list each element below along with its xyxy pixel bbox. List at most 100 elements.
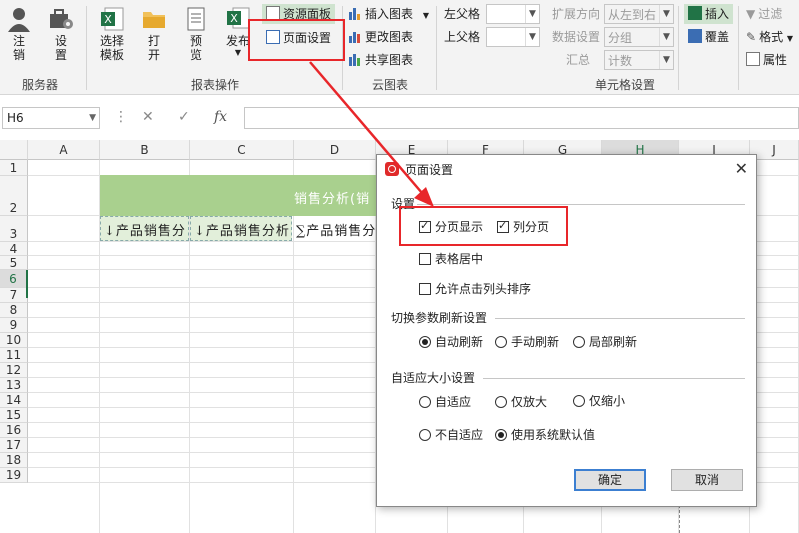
chevron-down-icon: ▼ xyxy=(89,113,96,123)
change-chart-label: 更改图表 xyxy=(365,30,414,44)
server-group-label: 服务器 xyxy=(21,78,58,92)
fx-icon[interactable]: fx xyxy=(214,109,227,125)
row-header-18[interactable]: 18 xyxy=(0,453,28,468)
radio-icon xyxy=(573,336,585,348)
radio-icon xyxy=(419,336,431,348)
row-header-13[interactable]: 13 xyxy=(0,378,28,393)
zoom-in-only-radio[interactable]: 仅放大 xyxy=(495,393,547,410)
no-adapt-radio[interactable]: 不自适应 xyxy=(419,426,483,443)
row-header-9[interactable]: 9 xyxy=(0,318,28,333)
row-header-15[interactable]: 15 xyxy=(0,408,28,423)
allow-sort-checkbox[interactable]: 允许点击列头排序 xyxy=(419,280,531,297)
format-label: 格式 xyxy=(759,30,784,44)
chevron-down-icon: ▼ xyxy=(659,28,673,46)
chevron-down-icon: ▼ xyxy=(659,51,673,69)
row-header-4[interactable]: 4 xyxy=(0,242,28,256)
cancel-button[interactable]: 取消 xyxy=(671,469,743,491)
cell-b3-text: ↓产品销售分 xyxy=(104,224,186,239)
row-header-8[interactable]: 8 xyxy=(0,303,28,318)
row-header-6[interactable]: 6 xyxy=(0,270,28,288)
insert-label: 插入 xyxy=(705,7,730,21)
expand-direction-label: 扩展方向 xyxy=(552,7,601,21)
row-header-1[interactable]: 1 xyxy=(0,160,28,176)
cancel-icon[interactable]: ✕ xyxy=(142,109,154,125)
cloud-group-label: 云图表 xyxy=(371,78,408,92)
chevron-down-icon: ▼ xyxy=(525,28,539,46)
checkbox-icon xyxy=(419,253,431,265)
formula-input[interactable] xyxy=(244,107,799,129)
active-cell-marker xyxy=(26,280,28,298)
separator xyxy=(436,6,437,90)
column-header-a[interactable]: A xyxy=(28,140,100,160)
row-header-11[interactable]: 11 xyxy=(0,348,28,363)
share-chart-button[interactable]: 共享图表 xyxy=(348,50,413,70)
data-setting-select[interactable]: 分组 ▼ xyxy=(604,27,674,47)
row-header-5[interactable]: 5 xyxy=(0,256,28,270)
insert-button[interactable]: 插入 xyxy=(684,4,734,24)
choose-template-label: 选择 模板 xyxy=(99,34,124,62)
chevron-down-icon: ▼ xyxy=(786,34,794,43)
row-header-12[interactable]: 12 xyxy=(0,363,28,378)
chevron-down-icon: ▼ xyxy=(659,5,673,23)
row-header-14[interactable]: 14 xyxy=(0,393,28,408)
filter-button[interactable]: ▼ 过滤 xyxy=(746,4,782,24)
row-header-3[interactable]: 3 xyxy=(0,216,28,242)
svg-text:X: X xyxy=(104,13,112,26)
chevron-down-icon: ▼ xyxy=(525,5,539,23)
column-header-j[interactable]: J xyxy=(750,140,799,160)
row-header-7[interactable]: 7 xyxy=(0,288,28,303)
preview-button[interactable]: 预 览 xyxy=(180,6,212,62)
partial-refresh-radio[interactable]: 局部刷新 xyxy=(573,333,637,350)
open-button[interactable]: 打 开 xyxy=(138,6,170,62)
close-icon[interactable]: ✕ xyxy=(735,159,748,178)
settings-button[interactable]: 设 置 xyxy=(44,6,78,62)
brush-icon: ✎ xyxy=(746,30,757,44)
summary-select[interactable]: 计数 ▼ xyxy=(604,50,674,70)
confirm-icon[interactable]: ✓ xyxy=(178,109,190,125)
briefcase-gear-icon xyxy=(50,9,73,29)
row-header-16[interactable]: 16 xyxy=(0,423,28,438)
summary-value: 计数 xyxy=(608,54,633,68)
auto-refresh-radio[interactable]: 自动刷新 xyxy=(419,333,483,350)
folder-icon xyxy=(143,12,165,28)
divider xyxy=(495,318,745,319)
manual-refresh-radio[interactable]: 手动刷新 xyxy=(495,333,559,350)
section-adapt: 自适应大小设置 xyxy=(391,371,476,385)
cover-icon xyxy=(688,29,702,43)
page-setup-highlight xyxy=(248,19,345,61)
system-default-radio[interactable]: 使用系统默认值 xyxy=(495,426,595,443)
row-header-19[interactable]: 19 xyxy=(0,468,28,483)
left-parent-select[interactable]: ▼ xyxy=(486,4,540,24)
insert-chart-button[interactable]: 插入图表 ▼ xyxy=(348,4,429,24)
cover-button[interactable]: 覆盖 xyxy=(684,27,733,47)
svg-text:X: X xyxy=(230,12,238,25)
excel-icon: X xyxy=(101,7,124,31)
system-default-label: 使用系统默认值 xyxy=(511,428,596,442)
change-chart-button[interactable]: 更改图表 xyxy=(348,27,413,47)
choose-template-button[interactable]: X 选择 模板 xyxy=(92,6,132,62)
left-parent-label: 左父格 xyxy=(444,7,481,21)
adapt-radio[interactable]: 自适应 xyxy=(419,393,471,410)
row-header-17[interactable]: 17 xyxy=(0,438,28,453)
column-header-c[interactable]: C xyxy=(190,140,294,160)
expand-direction-select[interactable]: 从左到右 ▼ xyxy=(604,4,674,24)
chevron-down-icon: ▼ xyxy=(422,11,429,20)
filter-icon: ▼ xyxy=(746,7,756,21)
property-button[interactable]: 属性 xyxy=(746,50,787,70)
format-button[interactable]: ✎ 格式 ▼ xyxy=(746,27,793,47)
table-center-checkbox[interactable]: 表格居中 xyxy=(419,250,483,267)
top-parent-select[interactable]: ▼ xyxy=(486,27,540,47)
user-icon xyxy=(8,8,30,32)
name-box[interactable]: H6 ▼ xyxy=(2,107,100,129)
column-header-d[interactable]: D xyxy=(294,140,376,160)
ok-button[interactable]: 确定 xyxy=(574,469,646,491)
row-header-2[interactable]: 2 xyxy=(0,176,28,216)
row-header-10[interactable]: 10 xyxy=(0,333,28,348)
zoom-out-only-radio[interactable]: 仅缩小 xyxy=(573,392,625,409)
corner-select-all[interactable] xyxy=(0,140,28,160)
separator xyxy=(86,6,87,90)
logout-button[interactable]: 注 销 xyxy=(4,6,34,62)
cell-c3-text: ↓产品销售分析 xyxy=(194,224,290,239)
column-header-b[interactable]: B xyxy=(100,140,190,160)
cell-d3-text: ∑产品销售分 xyxy=(296,224,376,239)
